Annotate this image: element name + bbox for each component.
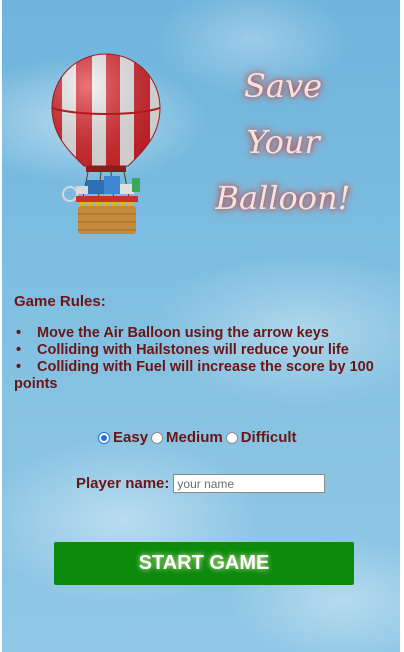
game-title: Save Your Balloon! [198, 58, 368, 226]
difficulty-label-difficult: Difficult [240, 429, 297, 446]
rule-item: Colliding with Hailstones will reduce yo… [14, 342, 392, 359]
title-line-3: Balloon! [215, 179, 351, 217]
difficulty-label-medium: Medium [166, 429, 223, 446]
start-game-button[interactable]: START GAME [54, 542, 354, 585]
player-name-row: Player name: [76, 474, 326, 493]
title-line-2: Your [246, 123, 320, 161]
difficulty-selector: Easy Medium Difficult [98, 429, 300, 446]
title-line-1: Save [243, 67, 322, 105]
rules-list: Move the Air Balloon using the arrow key… [14, 325, 392, 393]
hot-air-balloon-icon [51, 53, 161, 234]
radio-medium[interactable] [151, 431, 164, 444]
game-start-screen: Save Your Balloon! Game Rules: Move the … [2, 0, 400, 652]
rule-item: Move the Air Balloon using the arrow key… [14, 325, 392, 342]
radio-easy[interactable] [98, 431, 110, 444]
rule-item: Colliding with Fuel will increase the sc… [14, 359, 392, 393]
difficulty-label-easy: Easy [113, 429, 149, 446]
difficulty-option-medium[interactable]: Medium [151, 429, 223, 446]
difficulty-option-difficult[interactable]: Difficult [225, 429, 297, 446]
player-name-input[interactable] [173, 474, 326, 493]
radio-difficult[interactable] [225, 431, 238, 444]
player-name-label: Player name: [76, 475, 170, 492]
difficulty-option-easy[interactable]: Easy [98, 429, 148, 446]
rules-heading: Game Rules: [14, 293, 106, 310]
